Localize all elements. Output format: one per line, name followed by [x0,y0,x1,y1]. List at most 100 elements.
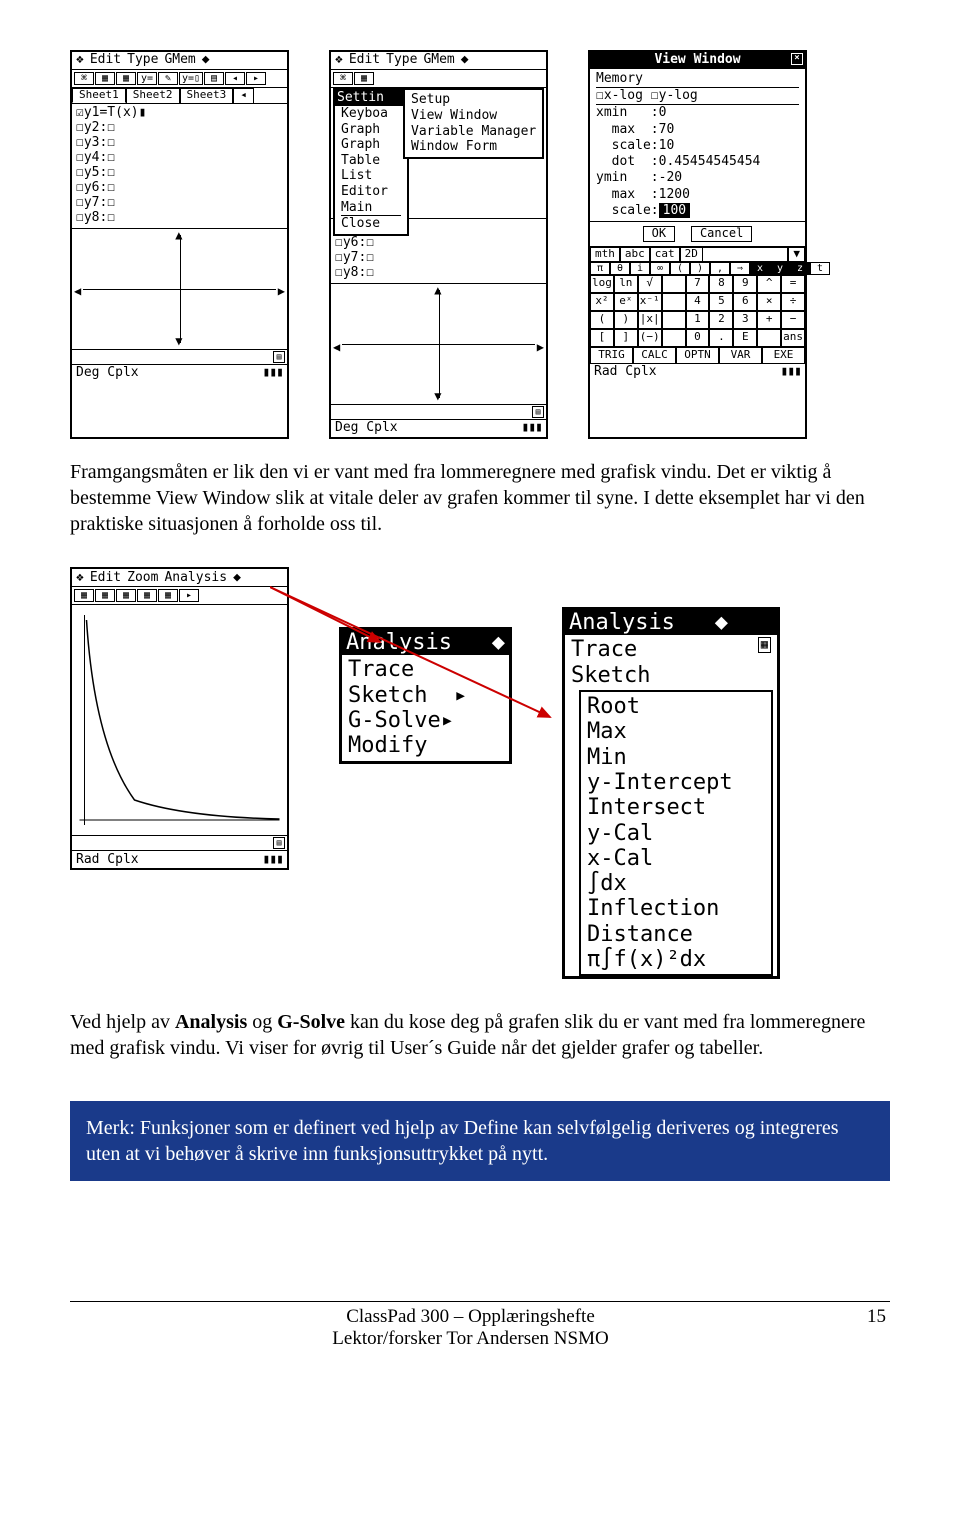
tab-scroll: ◂ [233,88,254,103]
y-line: ☐y6:☐ [335,236,542,251]
menu-item: Min [587,745,765,770]
key: CALC [633,347,676,364]
toolbar-icon: ▦ [116,72,136,86]
selected-value: 100 [659,203,690,218]
key: 0 [686,329,710,347]
footer-title: ClassPad 300 – Opplæringshefte [346,1306,595,1327]
y-line: ☐y6:☐ [76,181,283,196]
sidebar-menu: Settin Keyboa Graph Graph Table List Edi… [333,88,409,235]
arrow-down-icon: ▼ [175,335,182,349]
key [662,293,686,311]
key: 9 [733,275,757,293]
key: VAR [719,347,762,364]
menu-item: Trace▦ [571,637,771,662]
page-footer: ClassPad 300 – Opplæringshefte Lektor/fo… [70,1301,890,1350]
calc-screenshot-2: ❖ Edit Type GMem ◆ ⌘ ▦ Settin Keyboa Gra… [329,50,548,439]
kp-tab: cat [650,247,680,262]
arrow-left-icon: ◀ [74,285,81,299]
key: OPTN [676,347,719,364]
sheet-tabs: Sheet1 Sheet2 Sheet3 ◂ [72,88,287,104]
key: E [733,329,757,347]
submenu-icon: ▦ [758,637,771,653]
view-window-body: Memory ☐x-log ☐y-log xmin :0 max :70 sca… [590,69,805,221]
calc2-menubar: ❖ Edit Type GMem ◆ [331,52,546,70]
key: ln [614,275,638,293]
resize-icon: ▤ [532,406,544,418]
tab: Sheet1 [72,88,126,103]
menu-item: Analysis [164,570,227,585]
menu-item: Table [341,153,401,169]
menu-item: Window Form [411,139,536,155]
toolbar-icon: ▦ [74,589,94,602]
y-line: ☐y8:☐ [76,211,283,226]
key: 7 [686,275,710,293]
menu-item: Edit [349,53,380,68]
menu-item: GMem [423,53,454,68]
vw-line: scale:100 [596,203,799,219]
status-text: Rad Cplx [594,365,657,380]
key: EXE [762,347,805,364]
key: ∞ [650,262,670,276]
key: 2 [709,311,733,329]
key: ) [614,311,638,329]
kp-tab: abc [620,247,650,262]
menu-item: View Window [411,108,536,124]
y-line: ☐y5:☐ [76,166,283,181]
arrow-up-icon: ▲ [434,284,441,298]
vw-line: Memory [596,71,799,87]
menu-item: Zoom [127,570,158,585]
menu-item: ❖ [76,570,84,585]
status-bar: Deg Cplx ▮▮▮ [331,420,546,437]
key: ^ [757,275,781,293]
battery-icon: ▮▮▮ [263,366,283,381]
key: 4 [686,293,710,311]
vw-line: max :70 [596,122,799,138]
resize-icon: ▤ [273,351,285,363]
menu-item: ∫dx [587,871,765,896]
key: × [757,293,781,311]
key: eˣ [614,293,638,311]
menu-item: ❖ [76,53,84,68]
key: i [630,262,650,276]
toolbar-icon: y= [137,72,157,86]
key: ] [614,329,638,347]
diamond-icon: ◆ [715,610,728,635]
menu-header: Analysis [346,630,452,655]
menu-item: Variable Manager [411,124,536,140]
key: + [757,311,781,329]
calc4-menubar: ❖ Edit Zoom Analysis ◆ [72,569,287,587]
tab: Sheet2 [126,88,180,103]
key [662,311,686,329]
toolbar-icon: ▦ [137,589,157,602]
menu-item: List Editor [341,168,401,199]
menu-item: y-Intercept [587,770,765,795]
status-text: Deg Cplx [335,421,398,436]
key [662,329,686,347]
note-box: Merk: Funksjoner som er definert ved hje… [70,1101,890,1181]
calc4-toolbar: ▦ ▦ ▦ ▦ ▦ ▸ [72,587,287,605]
toolbar-icon: ▤ [204,72,224,86]
menu-item: Main [341,200,401,216]
paragraph-1: Framgangsmåten er lik den vi er vant med… [70,459,890,537]
cancel-button: Cancel [691,226,752,242]
toolbar-icon: ◂ [225,72,245,86]
key: [ [590,329,614,347]
key: ÷ [781,293,805,311]
kp-close-icon: ▼ [788,247,805,262]
arrow-down-icon: ▼ [434,390,441,404]
dialog-buttons: OK Cancel [590,221,805,246]
menu-item: Type [386,53,417,68]
paragraph-2: Ved hjelp av Analysis og G-Solve kan du … [70,1009,890,1061]
menu-item: Type [127,53,158,68]
vw-line: dot :0.45454545454 [596,154,799,170]
y-line: ☐y8:☐ [335,266,542,281]
note-text: Merk: Funksjoner som er definert ved hje… [86,1117,839,1165]
key: ) [690,262,710,276]
menu-item: ◆ [461,53,469,68]
menu-item: GMem [164,53,195,68]
key: 3 [733,311,757,329]
toolbar-icon: ▸ [246,72,266,86]
menu-item: Graph [341,122,401,138]
key: ( [590,311,614,329]
menu-item: ◆ [233,570,241,585]
